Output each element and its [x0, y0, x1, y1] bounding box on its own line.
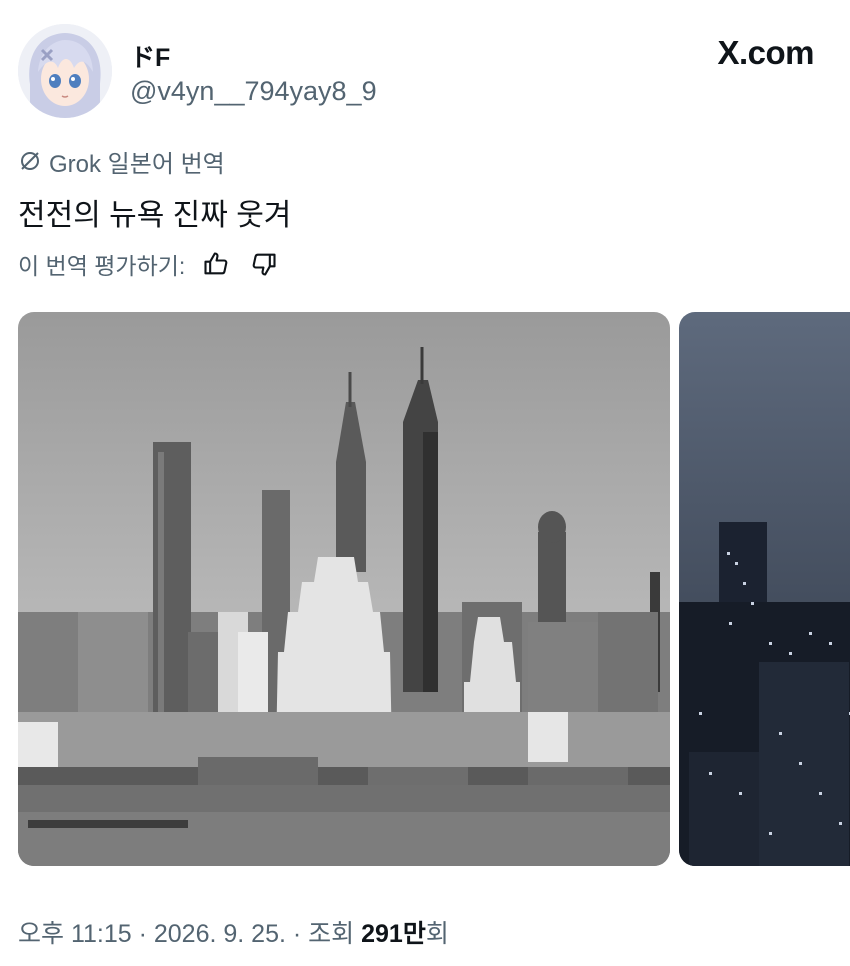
skyline-photo: [18, 312, 670, 866]
grok-icon: [21, 152, 39, 170]
thumbs-up-icon: [204, 252, 228, 275]
photo-new-york-night[interactable]: [679, 312, 850, 866]
avatar[interactable]: [18, 24, 112, 118]
media-gallery: [18, 312, 850, 866]
tweet-time[interactable]: 오후 11:15: [18, 920, 132, 948]
views-prefix: 조회: [308, 920, 362, 948]
photo-new-york-skyline-day[interactable]: [18, 312, 670, 866]
tweet-meta: 오후 11:15 · 2026. 9. 25. · 조회 291만회: [18, 914, 449, 950]
translation-label: Grok 일본어 번역: [49, 150, 225, 178]
views-count: 291만: [361, 920, 426, 948]
thumbs-down-icon: [252, 253, 276, 276]
night-photo: [679, 312, 850, 866]
thumbs-down-button[interactable]: [247, 247, 281, 281]
translation-rating: 이 번역 평가하기:: [18, 246, 281, 282]
translation-source: Grok 일본어 번역: [18, 144, 225, 178]
views-suffix: 회: [425, 920, 449, 948]
meta-separator: ·: [285, 920, 309, 948]
tweet-header: ドF @v4yn__794yay8_9 X.com: [18, 24, 832, 120]
tweet-date[interactable]: 2026. 9. 25.: [154, 920, 286, 948]
author-handle[interactable]: @v4yn__794yay8_9: [130, 76, 377, 107]
rating-label: 이 번역 평가하기:: [18, 253, 186, 279]
thumbs-up-button[interactable]: [199, 247, 233, 281]
x-logo: X.com: [717, 34, 814, 71]
tweet-text: 전전의 뉴욕 진짜 웃겨: [18, 199, 292, 232]
meta-separator: ·: [131, 920, 154, 948]
avatar-image: [18, 24, 112, 118]
author-display-name[interactable]: ドF: [130, 38, 170, 74]
